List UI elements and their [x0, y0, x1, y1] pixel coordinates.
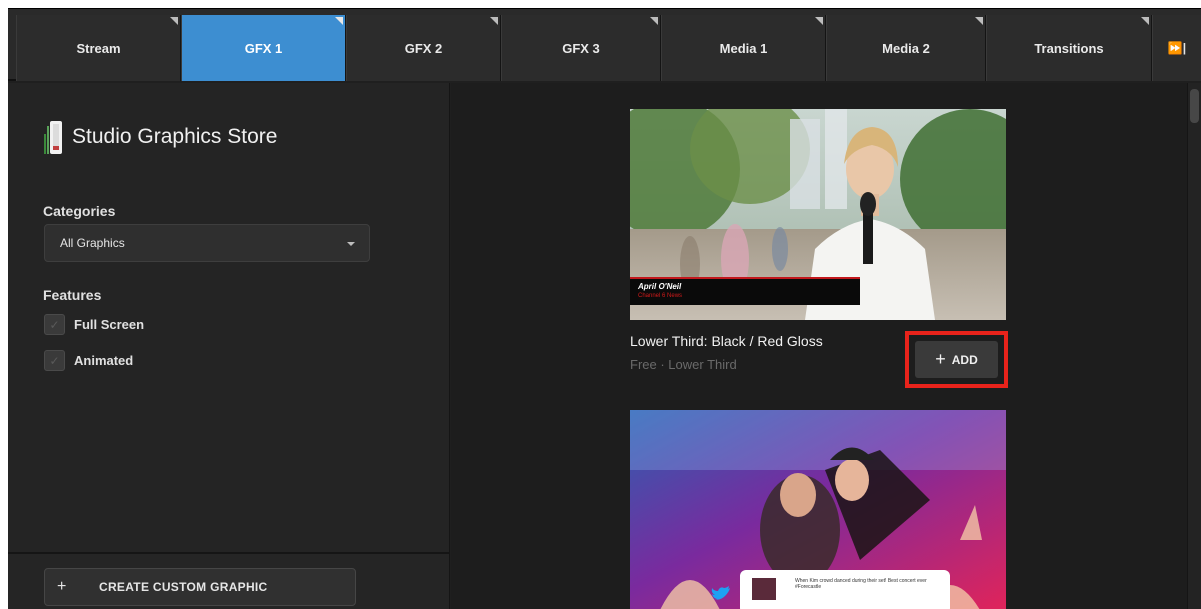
fast-forward-icon: ⏩| — [1167, 41, 1187, 55]
feature-label: Full Screen — [74, 317, 145, 332]
lower-third-bar: April O'Neil Channel 6 News — [630, 277, 860, 305]
graphic-subtitle: Free · Lower Third — [630, 357, 737, 372]
tab-label: GFX 3 — [562, 40, 600, 56]
graphics-list: April O'Neil Channel 6 News Lower Third:… — [451, 83, 1201, 609]
create-custom-graphic-button[interactable]: + CREATE CUSTOM GRAPHIC — [44, 568, 356, 606]
tab-overflow-button[interactable]: ⏩| — [1152, 15, 1201, 81]
tab-media-1[interactable]: Media 1 — [661, 15, 826, 81]
tab-corner-icon — [1141, 17, 1149, 25]
app-window: Stream GFX 1 GFX 2 GFX 3 Media 1 Media 2… — [8, 8, 1201, 609]
tab-corner-icon — [490, 17, 498, 25]
categories-label: Categories — [43, 203, 116, 219]
tab-label: GFX 1 — [244, 40, 283, 56]
feature-animated-checkbox[interactable]: ✓ Animated — [44, 350, 133, 371]
tab-stream[interactable]: Stream — [16, 15, 181, 81]
graphic-preview-image[interactable]: April O'Neil Channel 6 News — [630, 109, 1006, 320]
chevron-down-icon — [347, 242, 355, 246]
scrollbar[interactable] — [1187, 83, 1201, 609]
graphic-preview-image[interactable]: When Kim crowd danced during their set! … — [630, 410, 1006, 609]
tab-label: Media 2 — [882, 40, 930, 56]
tweet-overlay: When Kim crowd danced during their set! … — [711, 570, 950, 609]
twitter-bird-icon — [711, 586, 730, 600]
tab-gfx-1[interactable]: GFX 1 — [181, 15, 346, 81]
store-title: Studio Graphics Store — [72, 125, 278, 148]
tab-label: GFX 2 — [404, 40, 443, 56]
lower-third-caption: Channel 6 News — [638, 293, 683, 299]
checkbox-icon[interactable]: ✓ — [44, 314, 65, 335]
category-select[interactable]: All Graphics — [44, 224, 370, 262]
tab-corner-icon — [170, 17, 178, 25]
features-label: Features — [43, 287, 102, 303]
lower-third-name: April O'Neil — [638, 282, 682, 291]
feature-full-screen-checkbox[interactable]: ✓ Full Screen — [44, 314, 144, 335]
tab-corner-icon — [815, 17, 823, 25]
tab-gfx-3[interactable]: GFX 3 — [501, 15, 661, 81]
tweet-text: When Kim crowd danced during their set! … — [795, 578, 927, 590]
tab-media-2[interactable]: Media 2 — [826, 15, 986, 81]
tab-bar: Stream GFX 1 GFX 2 GFX 3 Media 1 Media 2… — [8, 9, 1201, 81]
tab-gfx-2[interactable]: GFX 2 — [346, 15, 501, 81]
tab-corner-icon — [335, 17, 343, 25]
create-button-label: CREATE CUSTOM GRAPHIC — [99, 580, 268, 594]
add-button-highlight: + ADD — [905, 331, 1008, 388]
tab-label: Stream — [76, 40, 121, 56]
store-logo-icon — [44, 121, 62, 154]
tweet-avatar — [752, 578, 776, 600]
feature-label: Animated — [74, 353, 134, 368]
plus-icon: + — [935, 349, 946, 369]
checkbox-icon[interactable]: ✓ — [44, 350, 65, 371]
store-header: Studio Graphics Store — [44, 120, 277, 154]
sidebar-footer: + CREATE CUSTOM GRAPHIC — [8, 552, 449, 609]
tab-label: Media 1 — [719, 40, 768, 56]
category-selected-value: All Graphics — [60, 236, 125, 250]
add-graphic-button[interactable]: + ADD — [915, 341, 998, 378]
tab-corner-icon — [650, 17, 658, 25]
graphic-title: Lower Third: Black / Red Gloss — [630, 333, 823, 349]
tab-transitions[interactable]: Transitions — [986, 15, 1152, 81]
store-sidebar: Studio Graphics Store Categories All Gra… — [8, 83, 450, 609]
tab-label: Transitions — [1034, 40, 1104, 56]
tab-corner-icon — [975, 17, 983, 25]
add-button-label: ADD — [951, 352, 978, 367]
scrollbar-thumb[interactable] — [1190, 89, 1199, 123]
plus-icon: + — [57, 578, 67, 595]
